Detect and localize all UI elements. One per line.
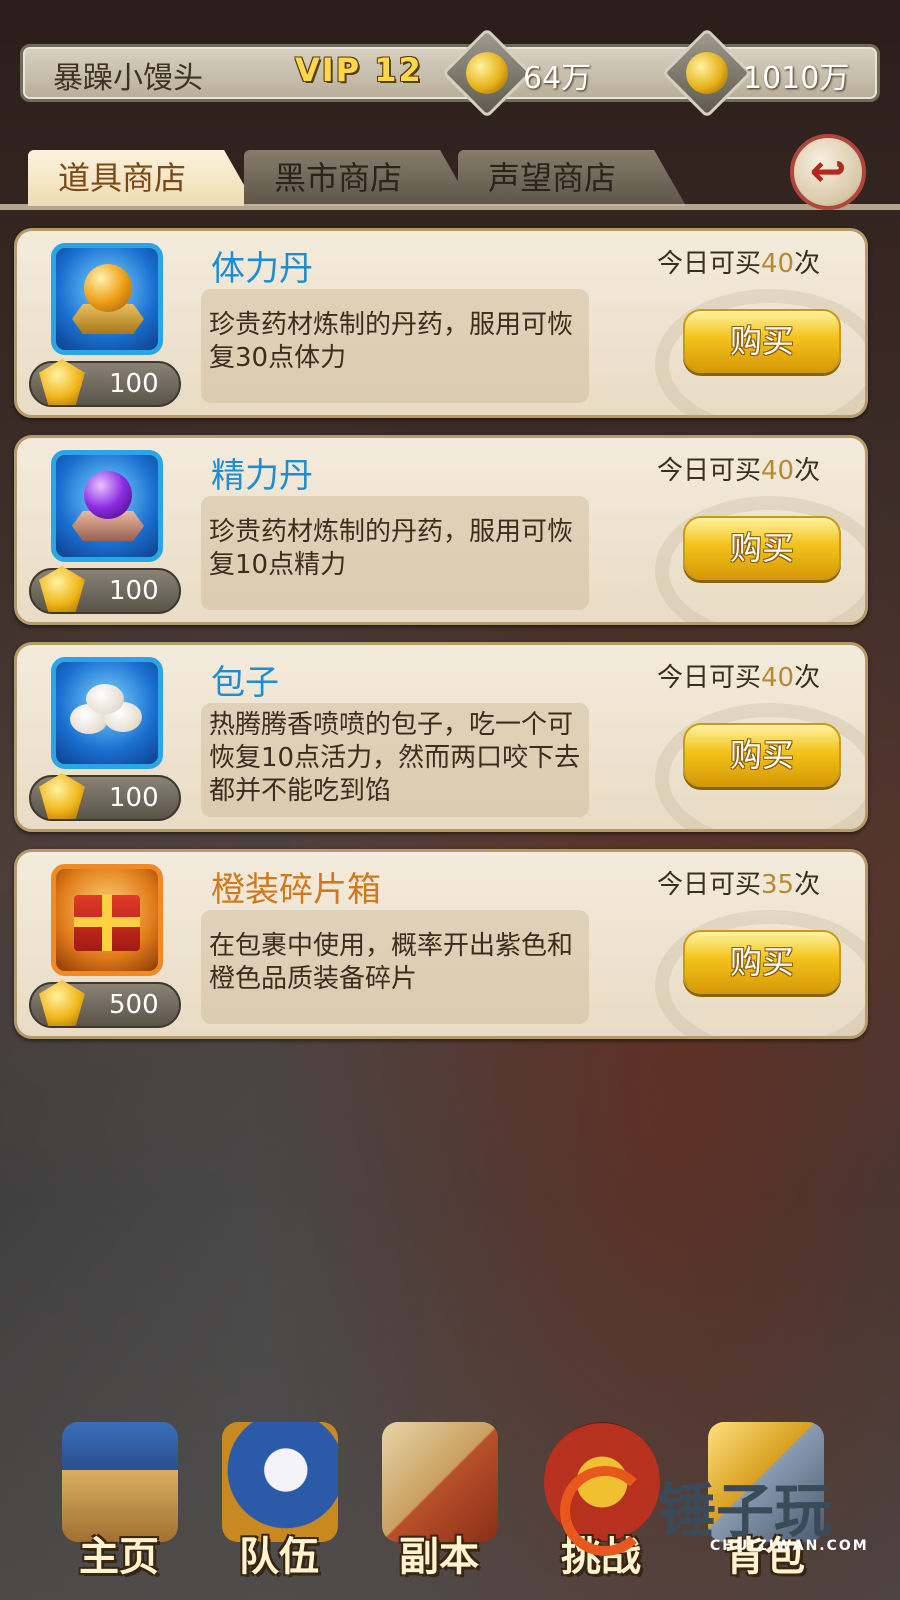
item-description: 珍贵药材炼制的丹药，服用可恢复10点精力 <box>201 496 589 610</box>
buy-button[interactable]: 购买 <box>683 516 841 580</box>
item-name: 体力丹 <box>211 249 313 289</box>
item-description: 珍贵药材炼制的丹药，服用可恢复30点体力 <box>201 289 589 403</box>
limit-prefix: 今日可买 <box>657 456 762 486</box>
price-value: 100 <box>109 576 159 606</box>
stamina-pill-icon[interactable] <box>51 243 163 355</box>
nav-home[interactable]: 主页 <box>44 1408 194 1600</box>
gold-ingot-icon <box>39 773 85 819</box>
limit-count: 40 <box>761 249 795 279</box>
buy-button[interactable]: 购买 <box>683 309 841 373</box>
gold-ingot-icon <box>39 980 85 1026</box>
limit-prefix: 今日可买 <box>657 870 762 900</box>
price-tag: 100 <box>29 359 181 407</box>
item-name: 橙装碎片箱 <box>211 870 381 910</box>
limit-suffix: 次 <box>794 456 821 486</box>
player-status-bar: 暴躁小馒头 VIP 12 64万 1010万 <box>20 27 880 119</box>
buy-button[interactable]: 购买 <box>683 723 841 787</box>
watermark-text: 锤子玩 <box>658 1477 833 1545</box>
list-item: 100 包子 热腾腾香喷喷的包子，吃一个可恢复10点活力，然而两口咬下去都并不能… <box>14 642 868 832</box>
limit-prefix: 今日可买 <box>657 249 762 279</box>
energy-pill-icon[interactable] <box>51 450 163 562</box>
copper-amount: 64万 <box>523 61 592 96</box>
nav-dungeon[interactable]: 副本 <box>364 1408 514 1600</box>
nav-team[interactable]: 队伍 <box>204 1408 354 1600</box>
limit-suffix: 次 <box>794 249 821 279</box>
limit-suffix: 次 <box>794 870 821 900</box>
tab-black-market[interactable]: 黑市商店 <box>244 150 472 206</box>
buy-button[interactable]: 购买 <box>683 930 841 994</box>
price-value: 100 <box>109 783 159 813</box>
item-description: 热腾腾香喷喷的包子，吃一个可恢复10点活力，然而两口咬下去都并不能吃到馅 <box>201 703 589 817</box>
tab-item-shop[interactable]: 道具商店 <box>28 150 256 206</box>
gold-amount: 1010万 <box>743 61 850 96</box>
back-button[interactable]: ↩ <box>790 134 866 210</box>
steamed-bun-icon[interactable] <box>51 657 163 769</box>
price-tag: 500 <box>29 980 181 1028</box>
gold-ingot-icon <box>39 359 85 405</box>
list-item: 100 体力丹 珍贵药材炼制的丹药，服用可恢复30点体力 今日可买40次 购买 <box>14 228 868 418</box>
copper-coin-icon <box>441 27 533 119</box>
gold-ingot-icon <box>39 566 85 612</box>
price-value: 500 <box>109 990 159 1020</box>
price-tag: 100 <box>29 773 181 821</box>
back-arrow-icon: ↩ <box>809 146 847 197</box>
limit-prefix: 今日可买 <box>657 663 762 693</box>
nav-team-label: 队伍 <box>239 1534 319 1580</box>
limit-suffix: 次 <box>794 663 821 693</box>
tab-divider <box>0 204 900 210</box>
purchase-limit: 今日可买40次 <box>657 657 820 694</box>
gold-ingot-icon <box>661 27 753 119</box>
watermark-url: CHUIZIWAN.COM <box>710 1538 869 1554</box>
vip-level[interactable]: VIP 12 <box>295 51 423 89</box>
list-item: 500 橙装碎片箱 在包裹中使用，概率开出紫色和橙色品质装备碎片 今日可买35次… <box>14 849 868 1039</box>
shop-item-list: 100 体力丹 珍贵药材炼制的丹药，服用可恢复30点体力 今日可买40次 购买 … <box>14 228 868 1056</box>
shop-tabs: 道具商店 黑市商店 声望商店 <box>28 150 748 206</box>
purchase-limit: 今日可买35次 <box>657 864 820 901</box>
limit-count: 40 <box>761 456 795 486</box>
price-tag: 100 <box>29 566 181 614</box>
purchase-limit: 今日可买40次 <box>657 243 820 280</box>
nav-home-label: 主页 <box>79 1534 159 1580</box>
list-item: 100 精力丹 珍贵药材炼制的丹药，服用可恢复10点精力 今日可买40次 购买 <box>14 435 868 625</box>
gift-box-icon[interactable] <box>51 864 163 976</box>
item-name: 包子 <box>211 663 279 703</box>
nav-dungeon-label: 副本 <box>399 1534 479 1580</box>
tab-reputation-shop[interactable]: 声望商店 <box>458 150 686 206</box>
item-name: 精力丹 <box>211 456 313 496</box>
purchase-limit: 今日可买40次 <box>657 450 820 487</box>
player-name: 暴躁小馒头 <box>53 61 203 96</box>
watermark: 锤子玩 CHUIZIWAN.COM <box>560 1458 880 1568</box>
limit-count: 40 <box>761 663 795 693</box>
price-value: 100 <box>109 369 159 399</box>
watermark-logo-icon <box>560 1466 650 1556</box>
item-description: 在包裹中使用，概率开出紫色和橙色品质装备碎片 <box>201 910 589 1024</box>
limit-count: 35 <box>761 870 795 900</box>
